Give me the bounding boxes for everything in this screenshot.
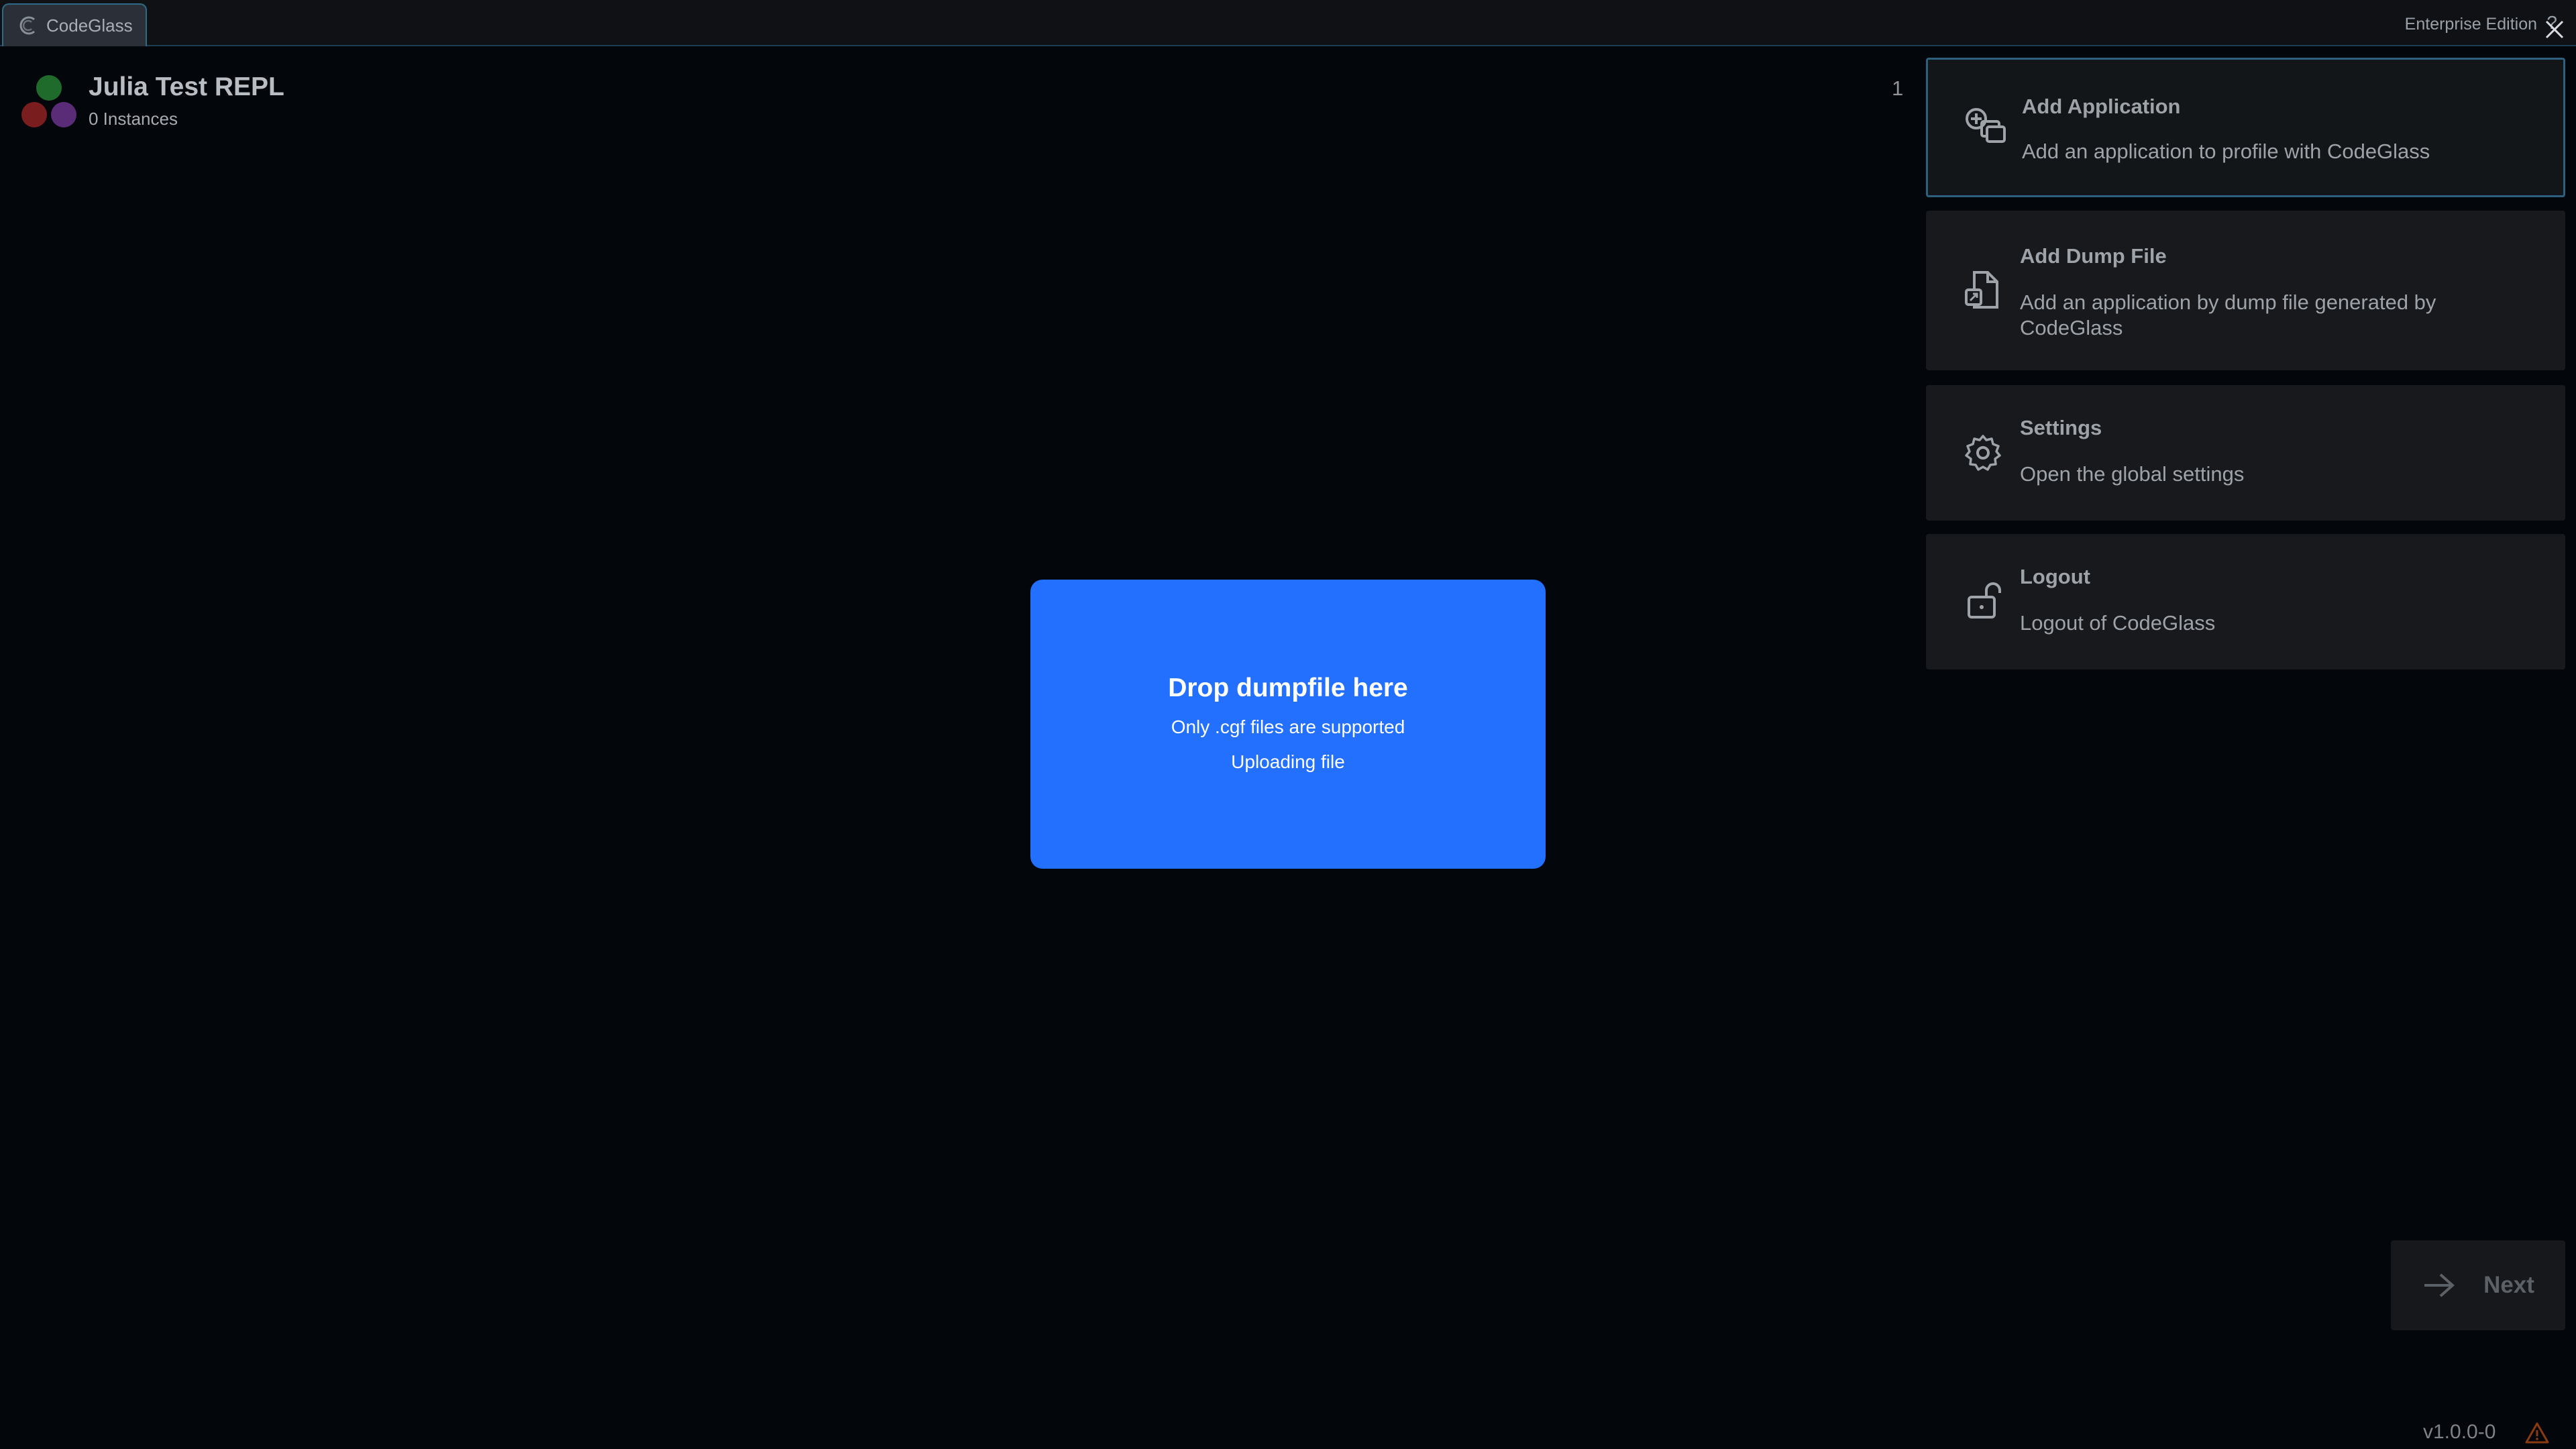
- project-instance-count: 0 Instances: [89, 109, 178, 129]
- drop-zone-hint: Only .cgf files are supported: [1171, 716, 1405, 737]
- add-dump-file-description: Add an application by dump file generate…: [2020, 290, 2436, 339]
- edition-label: Enterprise Edition: [2404, 15, 2537, 34]
- add-application-description: Add an application to profile with CodeG…: [2022, 140, 2430, 163]
- gear-icon: [1965, 435, 2001, 471]
- warning-icon[interactable]: [2525, 1422, 2549, 1444]
- project-avatar: [20, 71, 83, 131]
- version-label: v1.0.0-0: [2423, 1421, 2496, 1443]
- app-tab-codeglass[interactable]: CodeGlass: [2, 3, 147, 46]
- project-header: Julia Test REPL 0 Instances: [20, 71, 284, 131]
- add-application-button[interactable]: Add Application Add an application to pr…: [1926, 58, 2565, 197]
- dump-file-icon: [1965, 271, 1998, 309]
- avatar-dot-purple: [51, 102, 76, 127]
- close-icon[interactable]: [2542, 17, 2567, 42]
- title-bar: CodeGlass Enterprise Edition ?: [0, 0, 2576, 46]
- upload-status: Uploading file: [1231, 751, 1345, 772]
- next-button-label: Next: [2483, 1272, 2534, 1298]
- drop-zone-title: Drop dumpfile here: [1168, 674, 1408, 702]
- project-count-badge: 1: [1892, 76, 1904, 100]
- settings-description: Open the global settings: [2020, 462, 2245, 486]
- add-dump-file-title: Add Dump File: [2020, 244, 2167, 268]
- add-application-icon: [1966, 108, 2006, 143]
- codeglass-logo-icon: [19, 16, 35, 35]
- settings-title: Settings: [2020, 416, 2102, 439]
- add-dump-file-button[interactable]: Add Dump File Add an application by dump…: [1926, 211, 2565, 370]
- logout-title: Logout: [2020, 565, 2091, 588]
- unlock-icon: [1968, 582, 2001, 619]
- app-tab-label: CodeGlass: [46, 15, 133, 36]
- next-button[interactable]: Next: [2391, 1240, 2565, 1330]
- project-title: Julia Test REPL: [89, 72, 284, 101]
- logout-button[interactable]: Logout Logout of CodeGlass: [1926, 534, 2565, 669]
- avatar-dot-red: [21, 102, 47, 127]
- avatar-dot-green: [36, 75, 62, 101]
- add-application-title: Add Application: [2022, 95, 2181, 118]
- logout-description: Logout of CodeGlass: [2020, 611, 2216, 635]
- dumpfile-drop-zone[interactable]: Drop dumpfile here Only .cgf files are s…: [1030, 580, 1546, 869]
- arrow-right-icon: [2424, 1273, 2455, 1297]
- settings-button[interactable]: Settings Open the global settings: [1926, 385, 2565, 521]
